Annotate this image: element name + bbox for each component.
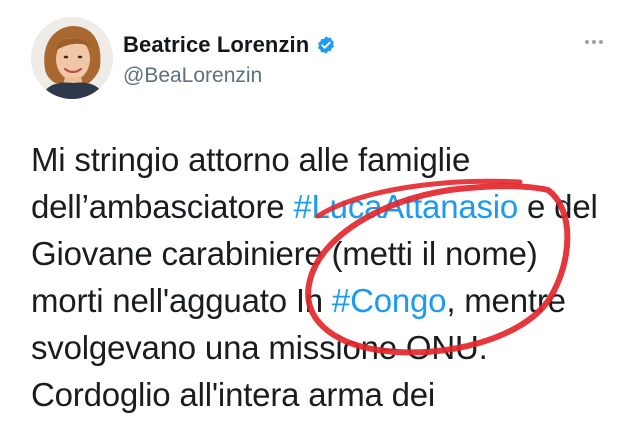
- author-display-name[interactable]: Beatrice Lorenzin: [123, 32, 309, 58]
- profile-photo: [31, 17, 113, 99]
- more-options-button[interactable]: [580, 34, 608, 50]
- more-horizontal-icon: [585, 40, 589, 44]
- tweet-line-4: morti nell'agguato In #Congo, mentre: [31, 277, 631, 324]
- tweet-line-2: dell’ambasciatore #LucaAttanasio e del: [31, 183, 631, 230]
- tweet-line-5: svolgevano una missione ONU.: [31, 329, 488, 366]
- tweet-line-2-text: dell’ambasciatore: [31, 188, 294, 225]
- hashtag-luca-attanasio[interactable]: #LucaAttanasio: [293, 188, 518, 225]
- avatar[interactable]: [31, 17, 113, 99]
- hashtag-congo[interactable]: #Congo: [332, 282, 447, 319]
- verified-badge-icon: [316, 35, 336, 55]
- tweet-line-3: Giovane carabiniere (metti il nome): [31, 235, 538, 272]
- author-name-row: Beatrice Lorenzin: [123, 32, 336, 58]
- tweet-line-4-text: morti nell'agguato In: [31, 282, 332, 319]
- tweet-body: Mi stringio attorno alle famiglie dell’a…: [31, 136, 631, 418]
- tweet-card: Beatrice Lorenzin @BeaLorenzin Mi string…: [0, 0, 640, 431]
- tweet-line-2-end: e del: [518, 188, 598, 225]
- tweet-line-6: Cordoglio all'intera arma dei: [31, 376, 436, 413]
- tweet-line-4-end: , mentre: [446, 282, 566, 319]
- author-handle[interactable]: @BeaLorenzin: [123, 64, 262, 88]
- tweet-line-1: Mi stringio attorno alle famiglie: [31, 141, 471, 178]
